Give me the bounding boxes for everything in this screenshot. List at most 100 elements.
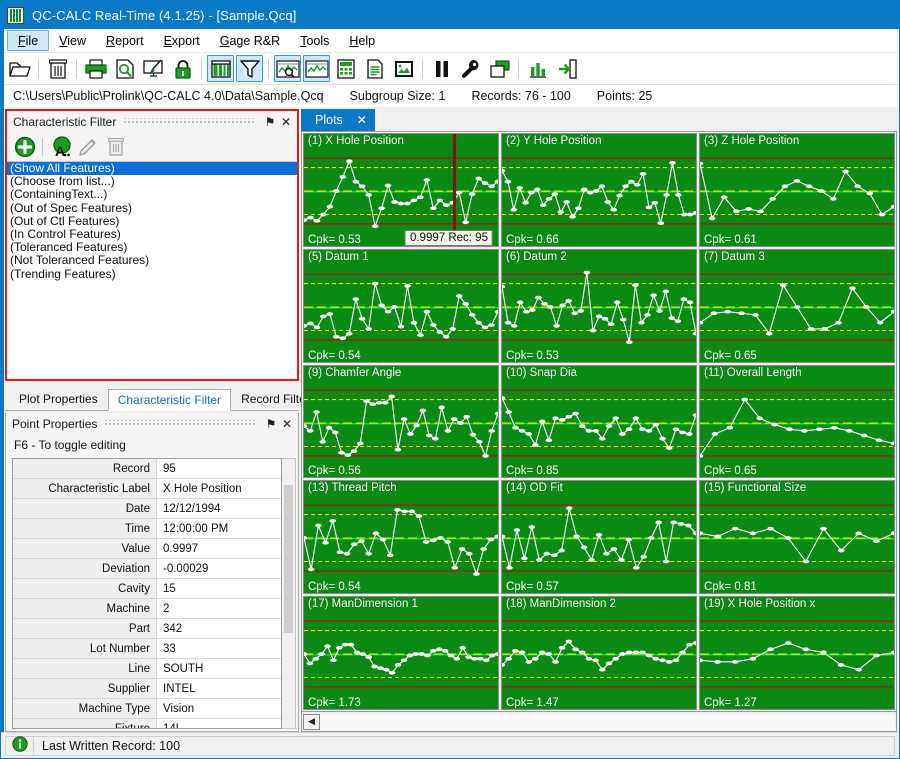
property-value[interactable]: 342 (157, 619, 281, 638)
edit-filter-icon[interactable] (74, 134, 102, 160)
table-row[interactable]: Supplier INTEL (13, 679, 281, 699)
table-row[interactable]: Line SOUTH (13, 659, 281, 679)
plot-cell[interactable]: (5) Datum 1 Cpk= 0.54 (303, 248, 499, 363)
menu-tools[interactable]: Tools (290, 29, 339, 52)
list-item[interactable]: (Trending Features) (7, 267, 297, 281)
table-row[interactable]: Time 12:00:00 PM (13, 519, 281, 539)
close-icon[interactable]: ✕ (278, 114, 294, 130)
qccalc-logo-icon (7, 6, 24, 24)
table-row[interactable]: Deviation -0.00029 (13, 559, 281, 579)
scrollbar-track[interactable] (320, 713, 895, 730)
open-file-icon[interactable] (6, 55, 33, 82)
table-row[interactable]: Characteristic Label X Hole Position (13, 479, 281, 499)
table-row[interactable]: Machine Type Vision (13, 699, 281, 719)
plot-zoom-icon[interactable] (274, 55, 301, 82)
data-grid-icon[interactable] (207, 55, 234, 82)
table-row[interactable]: Record 95 (13, 459, 281, 479)
property-value[interactable]: 2 (157, 599, 281, 618)
plot-cell[interactable]: (17) ManDimension 1 Cpk= 1.73 (303, 596, 499, 710)
property-value[interactable]: -0.00029 (157, 559, 281, 578)
plots-horizontal-scrollbar[interactable]: ◀ (301, 712, 897, 732)
menu-export[interactable]: Export (154, 29, 210, 52)
property-value[interactable]: INTEL (157, 679, 281, 698)
menu-file[interactable]: File (7, 30, 50, 51)
list-item[interactable]: (Out of Spec Features) (7, 201, 297, 215)
screen-capture-icon[interactable] (140, 55, 167, 82)
wrench-settings-icon[interactable] (457, 55, 484, 82)
pin-icon[interactable]: ⚑ (263, 416, 279, 432)
plot-view-icon[interactable] (303, 55, 330, 82)
report-document-icon[interactable] (361, 55, 388, 82)
menu-help[interactable]: Help (339, 29, 385, 52)
lock-icon[interactable] (169, 55, 196, 82)
plot-cell[interactable]: (3) Z Hole Position Cpk= 0.61 (699, 133, 895, 247)
scrollbar-thumb[interactable] (284, 485, 293, 633)
tab-characteristic-filter[interactable]: Characteristic Filter (107, 389, 232, 411)
property-value[interactable]: 95 (157, 459, 281, 478)
calculator-icon[interactable] (332, 55, 359, 82)
table-row[interactable]: Machine 2 (13, 599, 281, 619)
exit-icon[interactable] (553, 55, 580, 82)
print-preview-icon[interactable] (111, 55, 138, 82)
pin-icon[interactable]: ⚑ (262, 114, 278, 130)
plot-cell[interactable]: (14) OD Fit Cpk= 0.57 (501, 480, 697, 595)
plot-cell[interactable]: (6) Datum 2 Cpk= 0.53 (501, 248, 697, 363)
plot-cell[interactable]: (7) Datum 3 Cpk= 0.65 (699, 248, 895, 363)
scroll-left-button[interactable]: ◀ (303, 713, 320, 730)
property-value[interactable]: 15 (157, 579, 281, 598)
pause-icon[interactable] (428, 55, 455, 82)
status-icon-cell (5, 735, 33, 756)
characteristic-filter-list[interactable]: (Show All Features) (Choose from list...… (7, 162, 297, 379)
plot-grid: (1) X Hole Position Cpk= 0.53 0.9997 Rec: … (301, 131, 897, 712)
point-properties-scrollbar[interactable] (282, 458, 296, 729)
plot-cell[interactable]: (18) ManDimension 2 Cpk= 1.47 (501, 596, 697, 710)
bar-chart-icon[interactable] (524, 55, 551, 82)
list-item[interactable]: (Not Toleranced Features) (7, 254, 297, 267)
table-row[interactable]: Value 0.9997 (13, 539, 281, 559)
print-icon[interactable] (82, 55, 109, 82)
property-value[interactable]: 12/12/1994 (157, 499, 281, 518)
property-value[interactable]: SOUTH (157, 659, 281, 678)
tab-plot-properties[interactable]: Plot Properties (9, 388, 108, 410)
table-row[interactable]: Date 12/12/1994 (13, 499, 281, 519)
filter-funnel-icon[interactable] (236, 55, 263, 82)
windows-cascade-icon[interactable] (486, 55, 513, 82)
menu-view[interactable]: View (49, 29, 96, 52)
toolbar-separator (518, 58, 519, 79)
property-value[interactable]: 33 (157, 639, 281, 658)
list-item[interactable]: (ContainingText...) (7, 188, 297, 201)
table-row[interactable]: Fixture 14L (13, 719, 281, 728)
property-value[interactable]: X Hole Position (157, 479, 281, 498)
plot-cell[interactable]: (19) X Hole Position x Cpk= 1.27 (699, 596, 895, 710)
property-value[interactable]: 14L (157, 719, 281, 728)
table-row[interactable]: Lot Number 33 (13, 639, 281, 659)
delete-trash-icon[interactable] (44, 55, 71, 82)
plot-cpk-label: Cpk= 1.73 (308, 697, 361, 709)
info-icon (11, 736, 28, 755)
plot-title: (7) Datum 3 (704, 250, 765, 263)
plot-cell[interactable]: (9) Chamfer Angle Cpk= 0.56 (303, 364, 499, 479)
image-export-icon[interactable] (390, 55, 417, 82)
property-value[interactable]: Vision (157, 699, 281, 718)
property-value[interactable]: 0.9997 (157, 539, 281, 558)
close-icon[interactable]: ✕ (279, 416, 295, 432)
table-row[interactable]: Cavity 15 (13, 579, 281, 599)
add-filter-icon[interactable] (11, 134, 39, 160)
close-icon[interactable]: ✕ (357, 113, 367, 127)
delete-filter-icon[interactable] (102, 134, 130, 160)
plot-cell[interactable]: (2) Y Hole Position Cpk= 0.66 (501, 133, 697, 247)
plot-cell[interactable]: (1) X Hole Position Cpk= 0.53 0.9997 Rec: … (303, 133, 499, 247)
subgroup-size: Subgroup Size: 1 (349, 89, 446, 103)
plot-cell[interactable]: (10) Snap Dia Cpk= 0.85 (501, 364, 697, 479)
table-row[interactable]: Part 342 (13, 619, 281, 639)
plot-cell[interactable]: (11) Overall Length Cpk= 0.65 (699, 364, 895, 479)
add-text-filter-icon[interactable]: A (46, 134, 74, 160)
menu-gage-rr[interactable]: Gage R&R (210, 29, 290, 52)
tab-plots[interactable]: Plots ✕ (301, 109, 375, 131)
plot-cell[interactable]: (13) Thread Pitch Cpk= 0.54 (303, 480, 499, 595)
plots-column: Plots ✕ (1) X Hole Position Cpk= 0.53 0.99… (299, 107, 899, 732)
menu-report[interactable]: Report (96, 29, 154, 52)
plot-cell[interactable]: (15) Functional Size Cpk= 0.81 (699, 480, 895, 595)
property-value[interactable]: 12:00:00 PM (157, 519, 281, 538)
plot-svg (304, 481, 498, 577)
